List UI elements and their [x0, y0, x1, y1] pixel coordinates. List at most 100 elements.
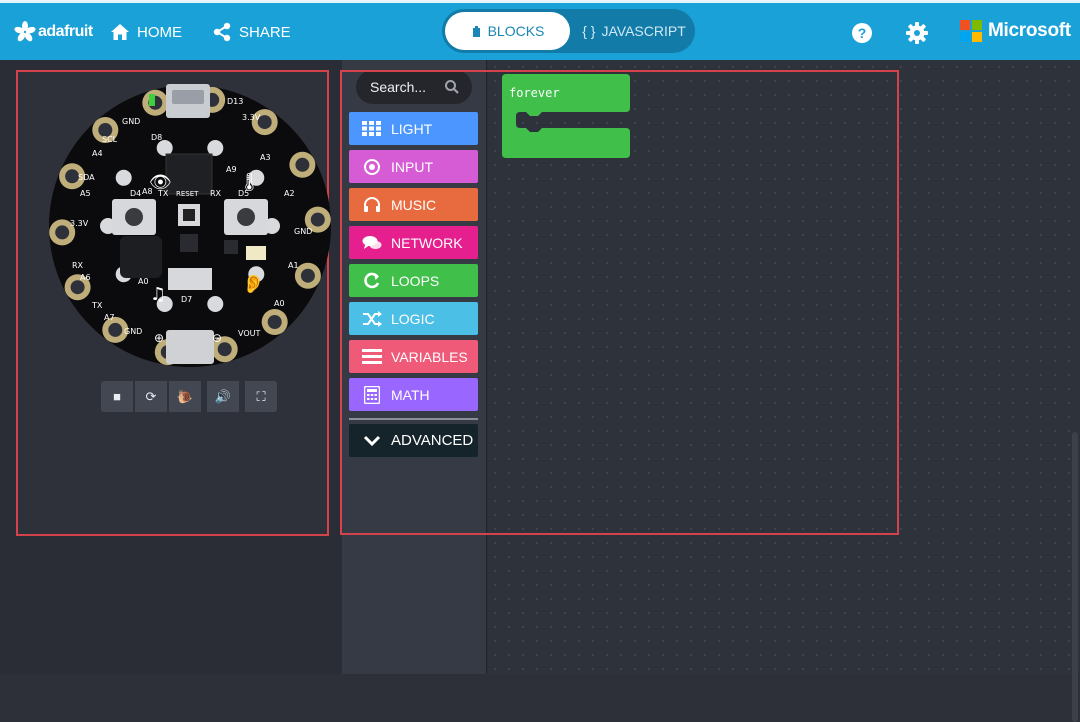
target-icon	[361, 158, 383, 176]
top-bar: adafruit HOME SHARE BLOCKS { } JAVASCRIP…	[0, 0, 1080, 60]
label-a8: A8	[142, 187, 153, 196]
label-3v: 3.3V	[242, 113, 261, 122]
home-button[interactable]: HOME	[110, 19, 182, 45]
fullscreen-button[interactable]: ⛶	[245, 381, 277, 412]
workspace-scrollbar[interactable]	[1072, 432, 1078, 722]
label-a3: A3	[260, 153, 271, 162]
home-icon	[111, 24, 129, 40]
reset-button-cap	[183, 209, 195, 221]
help-button[interactable]: ?	[850, 21, 874, 45]
label-d4: D4	[130, 189, 141, 198]
tab-blocks[interactable]: BLOCKS	[445, 12, 570, 50]
label-rx-left: RX	[72, 261, 84, 270]
category-light[interactable]: LIGHT	[349, 112, 478, 145]
neopixel-led	[207, 296, 224, 312]
category-math-label: MATH	[391, 386, 430, 403]
slide-switch[interactable]	[168, 268, 212, 290]
label-d5: D5	[238, 189, 249, 198]
home-label: HOME	[137, 23, 182, 41]
puzzle-icon	[472, 25, 480, 37]
accelerometer-chip	[180, 234, 198, 252]
microcontroller-chip	[165, 153, 213, 195]
category-loops-label: LOOPS	[391, 272, 440, 289]
light-sensor	[246, 246, 266, 260]
simulator-panel: 👁 🌡 👂 ♫ D8 D13 A8 A9 D4 D5 D7 TX RX RESE…	[0, 60, 342, 674]
label-a5: A5	[80, 189, 91, 198]
category-network[interactable]: NETWORK	[349, 226, 478, 259]
label-rx: RX	[210, 189, 222, 198]
label-gnd-right: GND	[294, 227, 312, 236]
share-icon	[213, 22, 231, 42]
category-variables[interactable]: VARIABLES	[349, 340, 478, 373]
category-advanced[interactable]: ADVANCED	[349, 424, 478, 457]
label-d7: D7	[181, 295, 192, 304]
loop-icon	[361, 272, 383, 290]
label-a9: A9	[226, 165, 237, 174]
toolbox-divider	[349, 418, 478, 420]
svg-text:?: ?	[858, 25, 867, 41]
speaker	[120, 236, 162, 278]
category-music[interactable]: MUSIC	[349, 188, 478, 221]
category-input-label: INPUT	[391, 158, 433, 175]
button-b-cap	[237, 208, 255, 226]
snail-icon: 🐌	[176, 388, 194, 404]
stop-button[interactable]: ■	[101, 381, 133, 412]
search-input[interactable]: Search...	[356, 70, 472, 104]
slow-motion-button[interactable]: 🐌	[169, 381, 201, 412]
label-a7: A7	[104, 313, 115, 322]
forever-block-label: forever	[509, 86, 560, 100]
label-vout: VOUT	[238, 329, 260, 338]
category-network-label: NETWORK	[391, 234, 463, 251]
microsoft-logo[interactable]: Microsoft	[960, 20, 1071, 42]
braces-icon: { }	[582, 23, 596, 39]
search-placeholder: Search...	[370, 79, 427, 95]
neopixel-led	[115, 169, 132, 186]
connector-pad-hole	[65, 169, 80, 184]
adafruit-logo[interactable]: adafruit	[14, 17, 93, 47]
label-tx-left: TX	[91, 301, 103, 310]
microphone-chip	[224, 240, 238, 254]
label-a2: A2	[284, 189, 295, 198]
label-a1: A1	[288, 261, 299, 270]
microsoft-squares-icon	[960, 20, 982, 42]
category-math[interactable]: MATH	[349, 378, 478, 411]
restart-icon: ⟳	[145, 388, 157, 404]
mute-button[interactable]: 🔊	[207, 381, 239, 412]
label-3v-left: 3.3V	[70, 219, 89, 228]
microsoft-label: Microsoft	[988, 20, 1071, 41]
label-plus: ⊕	[154, 331, 164, 345]
category-input[interactable]: INPUT	[349, 150, 478, 183]
category-advanced-label: ADVANCED	[391, 432, 474, 449]
help-icon: ?	[852, 23, 872, 43]
settings-button[interactable]	[905, 21, 929, 45]
chevron-down-icon	[361, 432, 383, 450]
editor-mode-toggle: BLOCKS { } JAVASCRIPT	[442, 9, 695, 53]
sound-icon: 🔊	[214, 388, 232, 404]
tab-javascript-label: JAVASCRIPT	[601, 23, 686, 39]
simulator-highlight-frame: 👁 🌡 👂 ♫ D8 D13 A8 A9 D4 D5 D7 TX RX RESE…	[16, 70, 332, 536]
headphones-icon	[361, 196, 383, 214]
label-d13: D13	[227, 97, 243, 106]
lines-icon	[361, 348, 383, 366]
label-sda: SDA	[78, 173, 95, 182]
category-logic[interactable]: LOGIC	[349, 302, 478, 335]
restart-button[interactable]: ⟳	[135, 381, 167, 412]
label-a4: A4	[92, 149, 103, 158]
category-music-label: MUSIC	[391, 196, 437, 213]
battery-connector	[166, 330, 214, 364]
connector-pad-hole	[310, 212, 325, 227]
label-minus: ⊖	[212, 331, 222, 345]
connector-pad-hole	[300, 268, 315, 283]
share-button[interactable]: SHARE	[212, 19, 291, 45]
brand-name: adafruit	[38, 23, 93, 40]
label-a6: A6	[80, 273, 91, 282]
tab-javascript[interactable]: { } JAVASCRIPT	[575, 12, 693, 50]
grid-icon	[361, 120, 383, 138]
category-loops[interactable]: LOOPS	[349, 264, 478, 297]
label-scl: SCL	[102, 135, 118, 144]
music-note-icon: ♫	[150, 284, 166, 305]
chat-icon	[361, 234, 383, 252]
label-a0-right: A0	[274, 299, 285, 308]
button-a-cap	[125, 208, 143, 226]
circuit-playground-board[interactable]: 👁 🌡 👂 ♫ D8 D13 A8 A9 D4 D5 D7 TX RX RESE…	[48, 84, 332, 368]
